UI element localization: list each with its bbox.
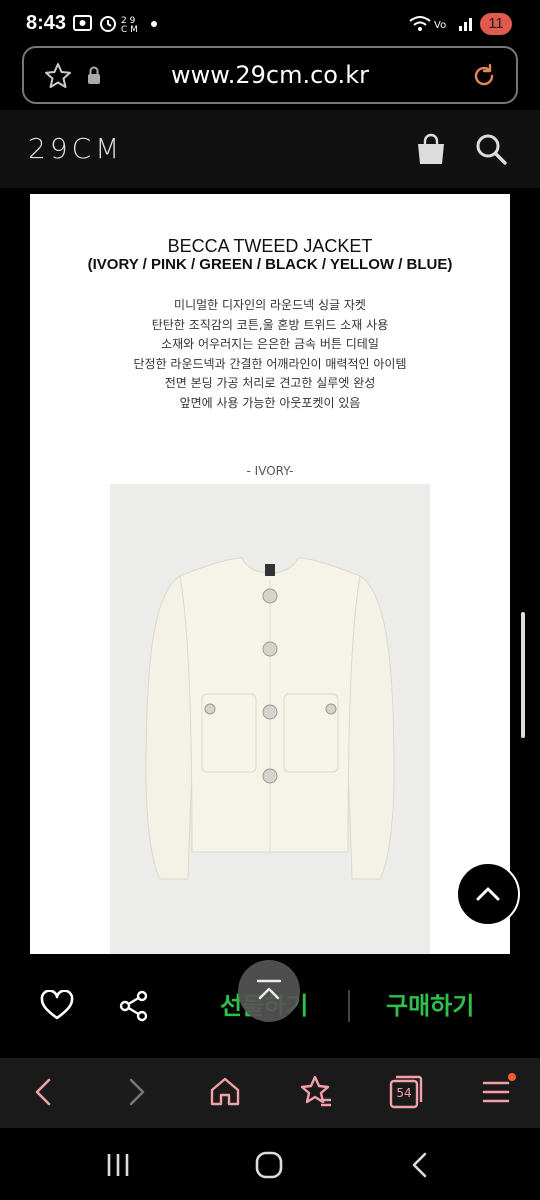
cart-icon[interactable] (414, 132, 448, 166)
home-nav-icon[interactable] (255, 1151, 283, 1179)
volte-icon: Vo (434, 20, 446, 31)
signal-icon (459, 18, 472, 31)
menu-icon[interactable] (476, 1072, 516, 1112)
description-line: 미니멀한 디자인의 라운드넥 싱글 자켓 (174, 298, 366, 312)
product-title: BECCA TWEED JACKET (167, 236, 373, 256)
back-nav-icon[interactable] (408, 1152, 432, 1178)
recent-apps-icon[interactable] (104, 1152, 132, 1178)
wifi-icon (409, 16, 431, 31)
alarm-icon (100, 16, 116, 32)
app-notification-icon: 2 9C M (121, 16, 138, 33)
url-text[interactable]: www.29cm.co.kr (24, 61, 516, 89)
bookmark-icon[interactable] (295, 1072, 335, 1112)
chevron-up-icon (476, 887, 500, 901)
tabs-button[interactable]: 54 (385, 1072, 425, 1112)
collapse-toolbar-button[interactable] (238, 960, 300, 1022)
product-color-options: (IVORY / PINK / GREEN / BLACK / YELLOW /… (87, 256, 453, 273)
caret-up-icon (256, 979, 282, 1000)
description-line: 단정한 라운드넥과 간결한 어깨라인이 매력적인 아이템 (133, 356, 407, 371)
description-line: 탄탄한 조직감의 코튼,울 혼방 트위드 소재 사용 (151, 317, 389, 332)
product-photo (110, 484, 430, 954)
tab-count: 54 (396, 1086, 412, 1100)
status-bar: 8:43 2 9C M Vo 11 (0, 0, 540, 46)
description-line: 전면 본딩 가공 처리로 견고한 실루엣 완성 (164, 376, 376, 390)
svg-text:Vo: Vo (434, 20, 446, 31)
search-icon[interactable] (474, 132, 508, 166)
product-description: 미니멀한 디자인의 라운드넥 싱글 자켓 탄탄한 조직감의 코튼,울 혼방 트위… (30, 296, 510, 413)
home-icon[interactable] (205, 1072, 245, 1112)
product-detail-content: BECCA TWEED JACKET (IVORY / PINK / GREEN… (30, 194, 510, 954)
notification-dot-icon (151, 21, 157, 27)
gallery-icon (73, 15, 92, 31)
share-icon[interactable] (118, 990, 150, 1022)
browser-toolbar: 54 (0, 1058, 540, 1128)
scrollbar-thumb[interactable] (521, 612, 525, 738)
svg-text:C M: C M (121, 25, 138, 33)
status-time: 8:43 (26, 12, 67, 34)
site-logo[interactable]: 29CM (28, 132, 123, 165)
color-section-label: - IVORY- (246, 464, 294, 478)
address-bar[interactable]: www.29cm.co.kr (22, 46, 518, 104)
system-nav-bar (0, 1128, 540, 1200)
jacket-image (145, 557, 395, 880)
action-divider (348, 990, 350, 1022)
scroll-to-top-button[interactable] (456, 862, 520, 926)
heart-icon[interactable] (40, 990, 74, 1022)
site-header: 29CM (0, 110, 540, 188)
reload-icon[interactable] (470, 62, 498, 90)
description-line: 앞면에 사용 가능한 아웃포켓이 있음 (179, 395, 361, 410)
description-line: 소재와 어우러지는 은은한 금속 버튼 디테일 (161, 337, 379, 351)
back-icon[interactable] (24, 1072, 64, 1112)
buy-button[interactable]: 구매하기 (386, 986, 474, 1021)
forward-icon[interactable] (116, 1072, 156, 1112)
battery-indicator: 11 (480, 13, 512, 35)
